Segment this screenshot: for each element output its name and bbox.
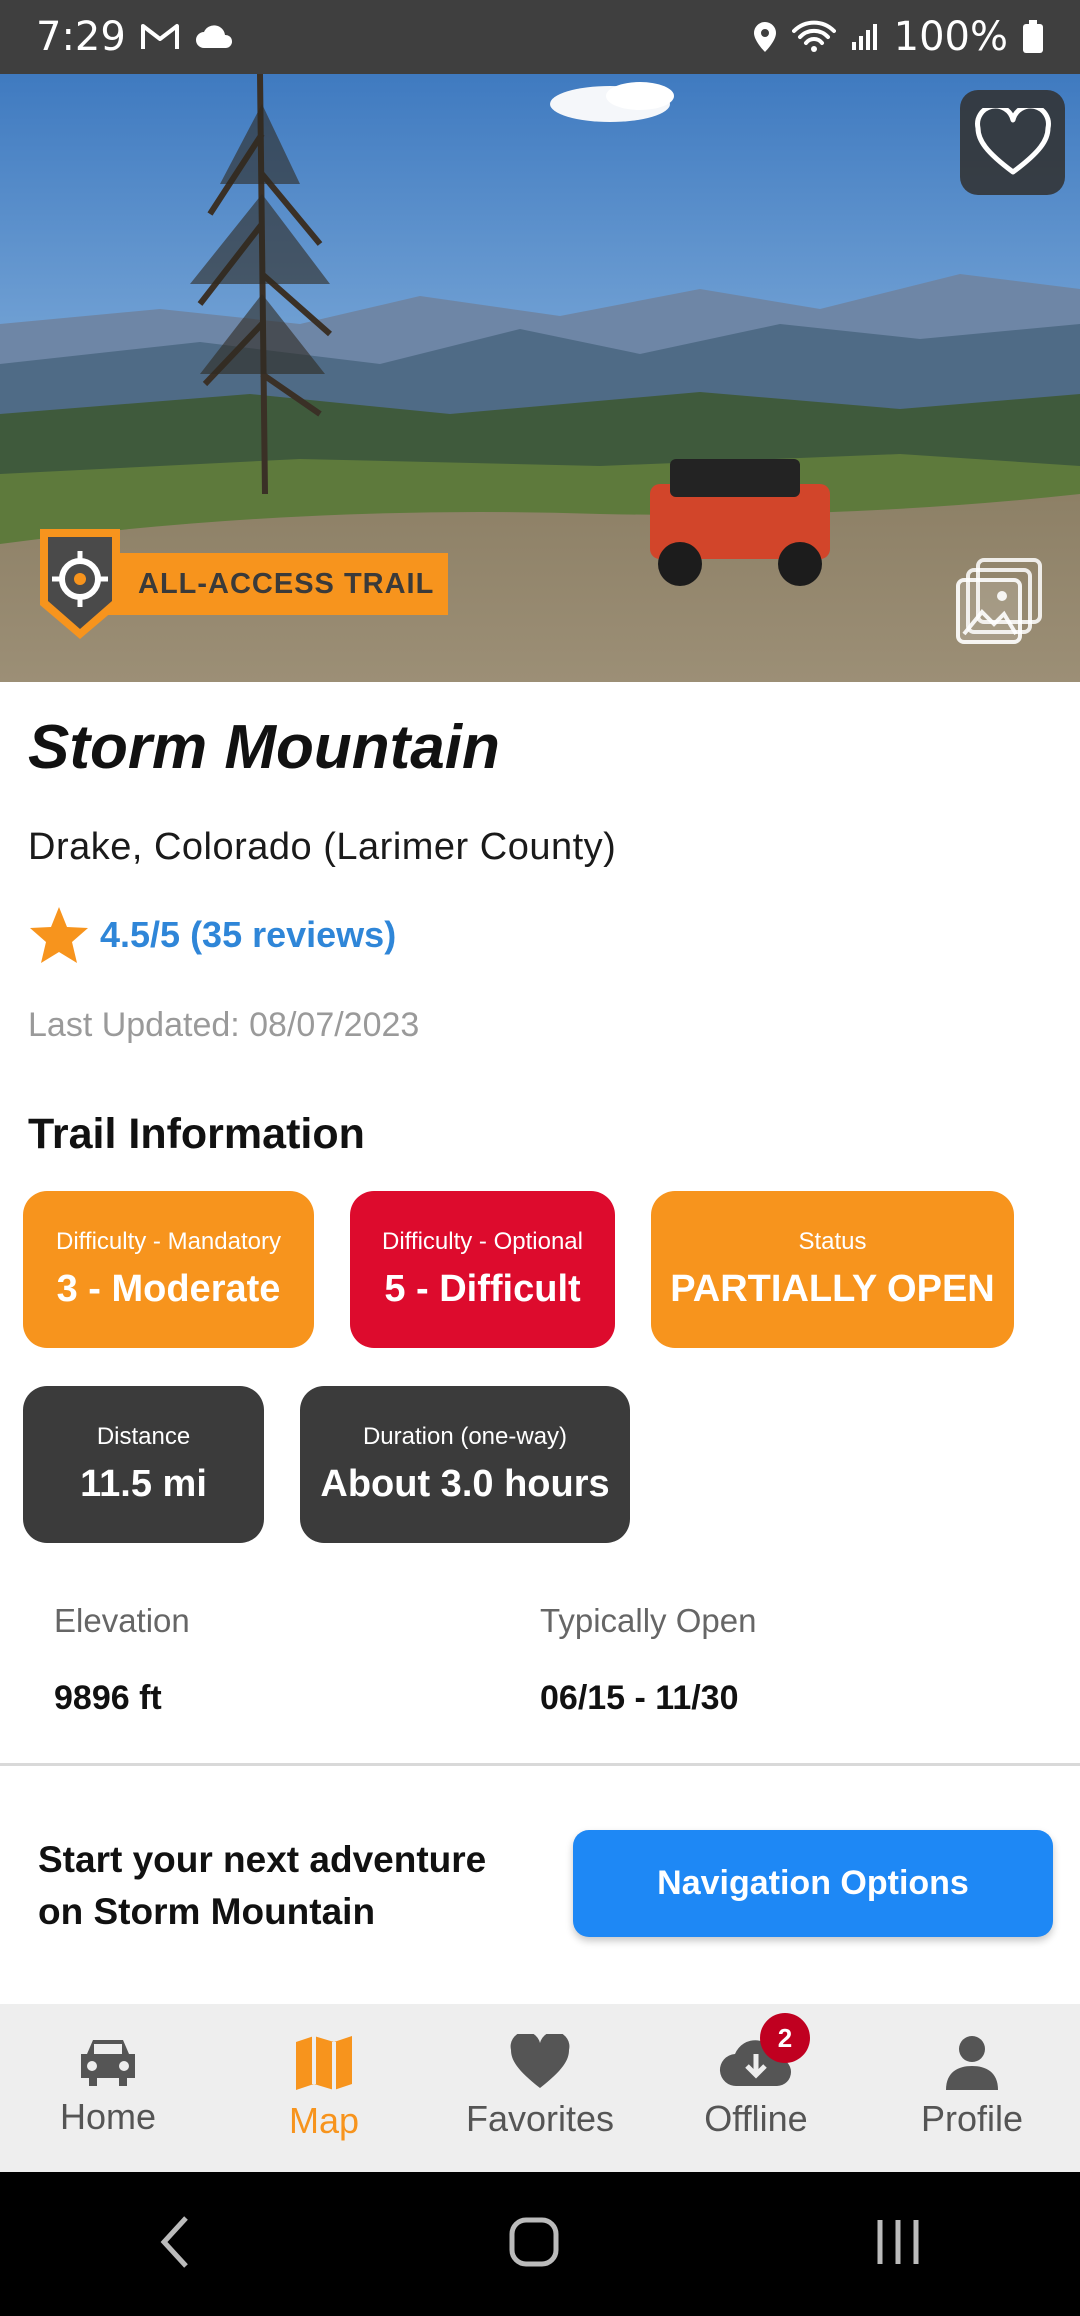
home-icon[interactable]	[508, 2216, 560, 2273]
badge-label: ALL-ACCESS TRAIL	[106, 553, 449, 615]
battery-level: 100%	[893, 14, 1008, 60]
nav-item-offline[interactable]: 2 Offline	[648, 2004, 864, 2172]
typically-open-value: 06/15 - 11/30	[540, 1679, 739, 1717]
signal-icon	[850, 22, 880, 52]
status-chip: Status PARTIALLY OPEN	[651, 1191, 1014, 1348]
cloud-icon	[194, 24, 234, 50]
nav-label: Favorites	[465, 2098, 615, 2139]
gallery-icon[interactable]	[954, 556, 1046, 651]
trail-hero-image[interactable]: ALL-ACCESS TRAIL	[0, 74, 1080, 682]
bottom-navigation: Home Map Favorites 2 Offline Profile	[0, 2004, 1080, 2172]
heart-icon	[510, 2034, 570, 2088]
heart-outline-icon	[974, 107, 1051, 174]
navigation-options-button[interactable]: Navigation Options	[573, 1830, 1053, 1937]
difficulty-optional-chip: Difficulty - Optional 5 - Difficult	[350, 1191, 615, 1348]
elevation-value: 9896 ft	[54, 1679, 162, 1717]
rating-text: 4.5/5 (35 reviews)	[100, 914, 397, 955]
nav-item-map[interactable]: Map	[216, 2004, 432, 2172]
person-icon	[946, 2036, 998, 2090]
battery-icon	[1022, 20, 1044, 54]
map-icon	[296, 2036, 352, 2090]
nav-label: Home	[59, 2096, 157, 2137]
chip-value: 5 - Difficult	[384, 1268, 581, 1310]
trail-title: Storm Mountain	[28, 713, 500, 782]
rating-link[interactable]: 4.5/5 (35 reviews)	[28, 905, 396, 965]
car-icon	[81, 2040, 135, 2086]
system-navigation-bar	[0, 2172, 1080, 2316]
elevation-label: Elevation	[54, 1602, 190, 1639]
compass-shield-icon	[40, 529, 120, 639]
recents-icon[interactable]	[872, 2216, 924, 2273]
trail-information-heading: Trail Information	[28, 1110, 365, 1158]
chip-caption: Distance	[96, 1423, 191, 1450]
back-icon[interactable]	[156, 2214, 196, 2275]
chip-value: 3 - Moderate	[56, 1268, 281, 1310]
nav-item-profile[interactable]: Profile	[864, 2004, 1080, 2172]
typically-open-label: Typically Open	[540, 1602, 757, 1639]
nav-label: Offline	[704, 2098, 808, 2139]
cta-line-1: Start your next adventure	[38, 1839, 487, 1880]
favorite-button[interactable]	[960, 90, 1065, 195]
nav-label: Profile	[920, 2098, 1024, 2139]
trail-location: Drake, Colorado (Larimer County)	[28, 826, 617, 868]
chip-caption: Difficulty - Mandatory	[56, 1228, 281, 1255]
gmail-icon	[140, 22, 180, 52]
chip-caption: Difficulty - Optional	[382, 1228, 583, 1255]
distance-chip: Distance 11.5 mi	[23, 1386, 264, 1543]
duration-chip: Duration (one-way) About 3.0 hours	[300, 1386, 630, 1543]
nav-item-home[interactable]: Home	[0, 2004, 216, 2172]
wifi-icon	[791, 20, 836, 54]
last-updated: Last Updated: 08/07/2023	[28, 1006, 420, 1044]
chip-caption: Status	[798, 1228, 867, 1255]
chip-caption: Duration (one-way)	[362, 1423, 568, 1450]
star-icon	[30, 907, 88, 963]
cta-text: Start your next adventure on Storm Mount…	[38, 1834, 486, 1938]
divider	[0, 1763, 1080, 1766]
difficulty-mandatory-chip: Difficulty - Mandatory 3 - Moderate	[23, 1191, 314, 1348]
chip-value: PARTIALLY OPEN	[670, 1268, 995, 1310]
chip-value: 11.5 mi	[80, 1463, 207, 1505]
status-time: 7:29	[36, 14, 126, 60]
nav-label: Map	[288, 2100, 360, 2141]
all-access-trail-badge: ALL-ACCESS TRAIL	[34, 524, 449, 644]
location-icon	[752, 21, 778, 53]
chip-value: About 3.0 hours	[320, 1463, 610, 1505]
nav-item-favorites[interactable]: Favorites	[432, 2004, 648, 2172]
offline-badge: 2	[760, 2013, 810, 2063]
status-bar: 7:29 100%	[0, 0, 1080, 74]
cta-line-2: on Storm Mountain	[38, 1891, 376, 1932]
